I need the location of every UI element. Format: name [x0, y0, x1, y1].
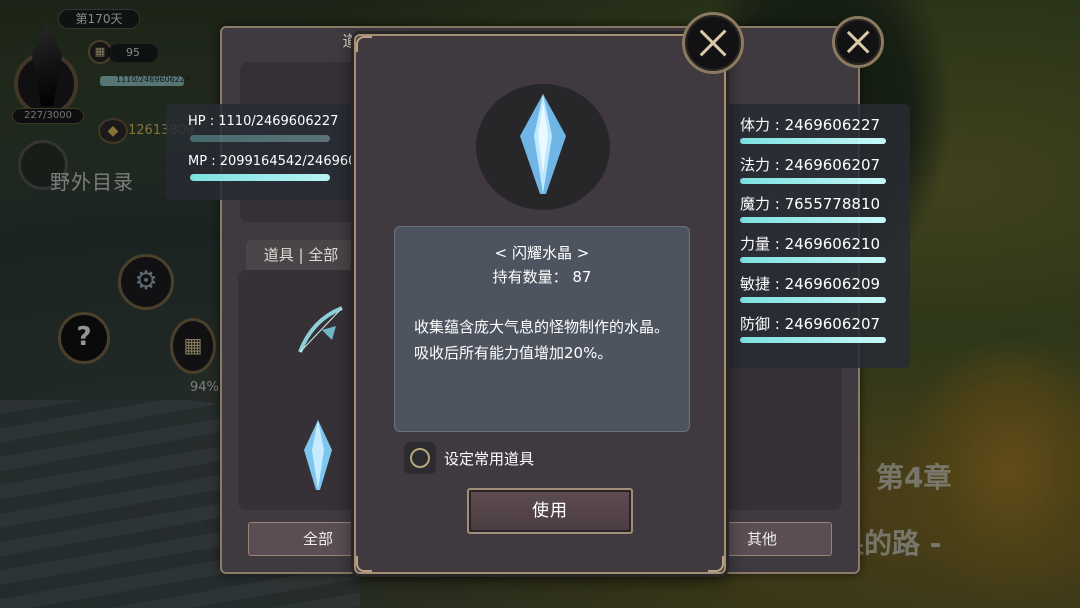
attribute-bar	[740, 297, 886, 303]
crystal-item-icon[interactable]	[304, 420, 332, 490]
close-modal-button[interactable]	[682, 12, 744, 74]
item-count: 持有数量： 87	[492, 268, 592, 286]
modal-corner-ornament	[356, 556, 372, 572]
use-button[interactable]: 使用	[467, 488, 633, 534]
attribute-value: 敏捷 : 2469606209	[740, 275, 881, 293]
item-category-header[interactable]: 道具 | 全部	[246, 240, 356, 270]
bow-item-icon[interactable]	[292, 300, 352, 360]
hp-value: HP : 1110/2469606227	[188, 114, 339, 129]
attribute-value: 魔力 : 7655778810	[740, 195, 881, 213]
attribute-value: 体力 : 2469606227	[740, 116, 881, 134]
modal-corner-ornament	[708, 556, 724, 572]
attribute-bar	[740, 217, 886, 223]
item-description: 收集蕴含庞大气息的怪物制作的水晶。吸收后所有能力值增加20%。	[414, 318, 670, 362]
attribute-bar	[740, 138, 886, 144]
modal-corner-ornament	[356, 36, 372, 52]
attribute-bar	[740, 257, 886, 263]
mp-bar	[190, 174, 330, 181]
hp-bar	[190, 135, 330, 142]
attribute-bar	[740, 337, 886, 343]
item-name: < 闪耀水晶 >	[494, 244, 590, 262]
close-storage-button[interactable]	[832, 16, 884, 68]
shining-crystal-icon	[520, 94, 566, 194]
attribute-value: 力量 : 2469606210	[740, 235, 881, 253]
attribute-bar	[740, 178, 886, 184]
favorite-item-label: 设定常用道具	[444, 450, 535, 468]
attribute-value: 防御 : 2469606207	[740, 315, 881, 333]
favorite-item-checkbox[interactable]	[404, 442, 436, 474]
attribute-value: 法力 : 2469606207	[740, 156, 881, 174]
